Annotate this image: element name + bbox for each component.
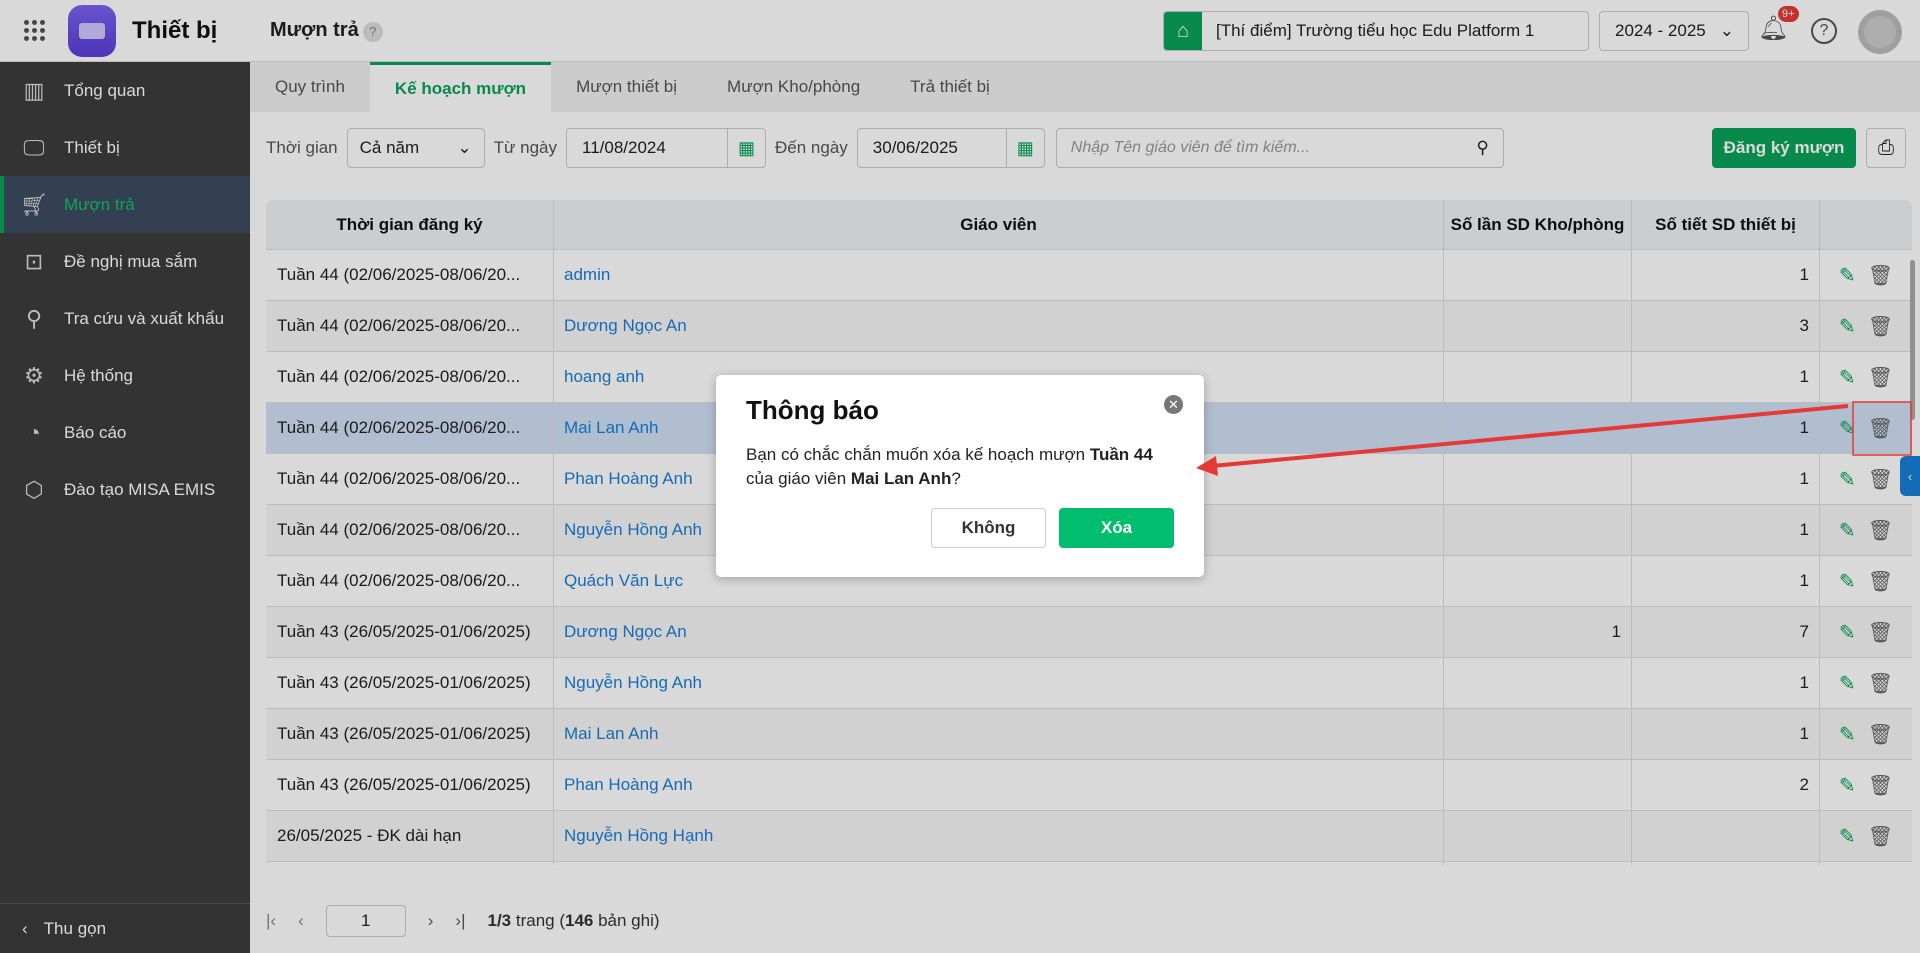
close-icon[interactable]: ✕: [1164, 395, 1183, 414]
confirm-delete-button[interactable]: Xóa: [1059, 508, 1174, 548]
dialog-title: Thông báo: [746, 395, 879, 425]
dialog-message: Bạn có chắc chắn muốn xóa kế hoạch mượn …: [746, 445, 1153, 488]
cancel-button[interactable]: Không: [931, 508, 1046, 548]
confirm-delete-dialog: Thông báo ✕ Bạn có chắc chắn muốn xóa kế…: [716, 375, 1204, 577]
